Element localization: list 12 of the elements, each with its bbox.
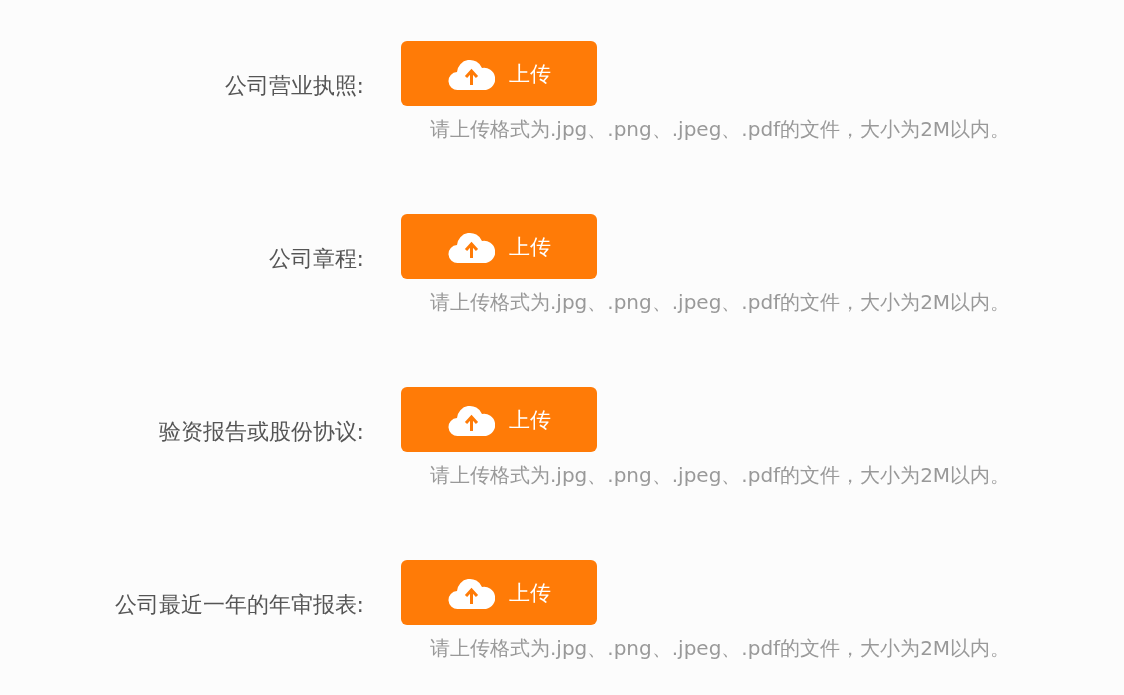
upload-button[interactable]: 上传 [401, 387, 597, 452]
field-label: 公司最近一年的年审报表: [113, 590, 364, 619]
upload-hint: 请上传格式为.jpg、.png、.jpeg、.pdf的文件，大小为2M以内。 [430, 462, 1011, 489]
field-label: 公司章程: [267, 244, 364, 273]
upload-button[interactable]: 上传 [401, 214, 597, 279]
upload-button[interactable]: 上传 [401, 560, 597, 625]
upload-hint: 请上传格式为.jpg、.png、.jpeg、.pdf的文件，大小为2M以内。 [430, 289, 1011, 316]
upload-hint: 请上传格式为.jpg、.png、.jpeg、.pdf的文件，大小为2M以内。 [430, 635, 1011, 662]
upload-hint: 请上传格式为.jpg、.png、.jpeg、.pdf的文件，大小为2M以内。 [430, 116, 1011, 143]
field-label: 验资报告或股份协议: [157, 417, 364, 446]
upload-button[interactable]: 上传 [401, 41, 597, 106]
field-label: 公司营业执照: [223, 71, 364, 100]
